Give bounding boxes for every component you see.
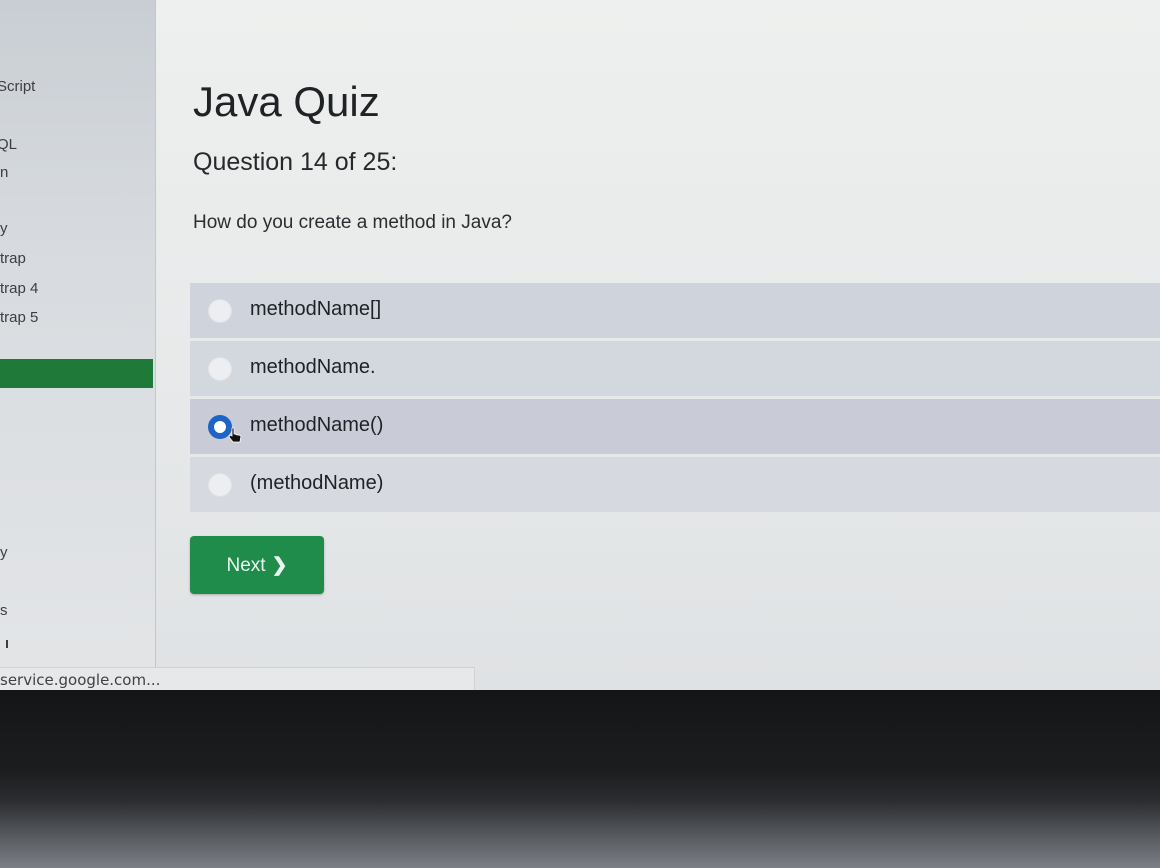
radio-button[interactable] <box>208 357 232 381</box>
answer-option-2[interactable]: methodName. <box>190 341 1160 396</box>
hand-cursor-icon <box>228 427 242 443</box>
page-title: Java Quiz <box>193 78 380 125</box>
quiz-main: Java Quiz Question 14 of 25: How do you … <box>155 0 1160 690</box>
answer-option-4[interactable]: (methodName) <box>190 457 1160 512</box>
sidebar-item-trap[interactable]: trap <box>0 250 26 267</box>
question-text: How do you create a method in Java? <box>193 212 512 233</box>
answer-option-label: methodName[] <box>250 298 382 320</box>
sidebar-item-s[interactable]: s <box>0 602 8 619</box>
sidebar-item-trap-4[interactable]: trap 4 <box>0 280 38 297</box>
answer-option-3[interactable]: methodName() <box>190 399 1160 454</box>
answer-option-label: methodName() <box>250 414 384 436</box>
sidebar-item-ql[interactable]: QL <box>0 136 17 153</box>
sidebar-item-trap-5[interactable]: trap 5 <box>0 309 38 326</box>
sidebar-item-y[interactable]: y <box>0 220 8 237</box>
answer-option-1[interactable]: methodName[] <box>190 283 1160 338</box>
answer-option-label: (methodName) <box>250 472 384 494</box>
sidebar-item-y-2[interactable]: y <box>0 544 8 561</box>
radio-button[interactable] <box>208 473 232 497</box>
chevron-right-icon: ❯ <box>271 554 288 576</box>
sidebar-active-item[interactable] <box>0 359 153 388</box>
status-bar-url: service.google.com... <box>0 667 475 690</box>
next-button-label: Next <box>226 554 266 576</box>
answer-option-label: methodName. <box>250 356 376 378</box>
sidebar-partial-glyph <box>0 640 8 648</box>
sidebar-item-n[interactable]: n <box>0 164 8 181</box>
question-number: Question 14 of 25: <box>193 148 398 176</box>
sidebar-item-script[interactable]: Script <box>0 78 35 95</box>
monitor-bezel <box>0 690 1160 868</box>
answer-options: methodName[] methodName. methodName() (m… <box>190 283 1160 515</box>
radio-button[interactable] <box>208 299 232 323</box>
sidebar: Script QL n y trap trap 4 trap 5 y s <box>0 0 156 690</box>
browser-screen: Script QL n y trap trap 4 trap 5 y s Jav… <box>0 0 1160 690</box>
status-url-text: service.google.com... <box>0 671 161 689</box>
next-button[interactable]: Next ❯ <box>190 536 324 594</box>
